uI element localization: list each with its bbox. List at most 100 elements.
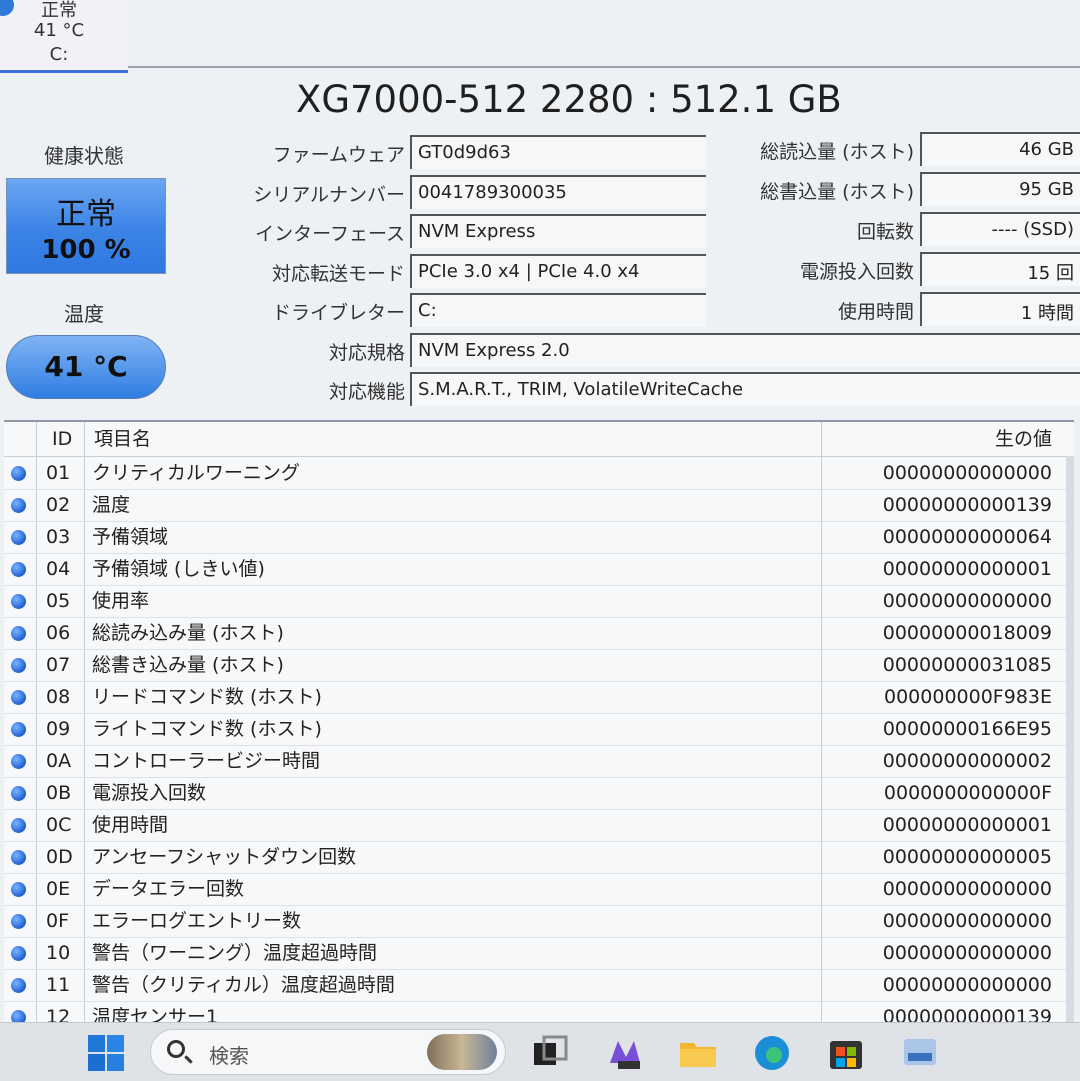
row-name: 予備領域 (しきい値) bbox=[92, 558, 265, 580]
table-row[interactable]: 02 温度 00000000000139 bbox=[4, 489, 1074, 522]
table-row[interactable]: 09 ライトコマンド数 (ホスト) 00000000166E95 bbox=[4, 713, 1074, 746]
row-name: ライトコマンド数 (ホスト) bbox=[92, 718, 322, 740]
table-row[interactable]: 08 リードコマンド数 (ホスト) 000000000F983E bbox=[4, 681, 1074, 714]
table-row[interactable]: 04 予備領域 (しきい値) 00000000000001 bbox=[4, 553, 1074, 586]
windows-start-icon[interactable] bbox=[86, 1033, 126, 1073]
row-name: 総書き込み量 (ホスト) bbox=[92, 654, 284, 676]
status-dot-icon bbox=[11, 690, 26, 705]
info-value: NVM Express 2.0 bbox=[410, 332, 1080, 367]
info-label: シリアルナンバー bbox=[253, 183, 405, 206]
smart-table: ID 項目名 生の値 01 クリティカルワーニング 00000000000000 02… bbox=[4, 420, 1074, 1022]
row-id: 0F bbox=[46, 910, 70, 932]
status-dot-icon bbox=[11, 786, 26, 801]
row-raw-value: 00000000000064 bbox=[882, 526, 1052, 548]
drive-tab-c[interactable]: 正常 41 °C C: bbox=[0, 0, 128, 73]
row-name: リードコマンド数 (ホスト) bbox=[92, 686, 322, 708]
table-row[interactable]: 0B 電源投入回数 0000000000000F bbox=[4, 777, 1074, 810]
row-raw-value: 000000000F983E bbox=[884, 686, 1052, 708]
taskbar-search-box[interactable]: 検索 bbox=[150, 1029, 506, 1075]
header-id[interactable]: ID bbox=[52, 422, 72, 456]
info-label: 対応転送モード bbox=[271, 262, 405, 285]
microsoft-365-icon[interactable] bbox=[604, 1033, 644, 1073]
info-value: GT0d9d63 bbox=[410, 135, 706, 169]
edge-browser-icon[interactable] bbox=[752, 1033, 792, 1073]
table-row[interactable]: 06 総読み込み量 (ホスト) 00000000018009 bbox=[4, 617, 1074, 650]
microsoft-store-icon[interactable] bbox=[826, 1033, 866, 1073]
row-id: 02 bbox=[46, 494, 71, 516]
smart-table-scrollbar[interactable] bbox=[1066, 456, 1074, 1022]
table-row[interactable]: 0D アンセーフシャットダウン回数 00000000000005 bbox=[4, 841, 1074, 874]
search-highlight-image-icon bbox=[427, 1034, 497, 1070]
row-name: データエラー回数 bbox=[92, 878, 245, 900]
info-value: S.M.A.R.T., TRIM, VolatileWriteCache bbox=[410, 372, 1080, 406]
row-raw-value: 0000000000000F bbox=[883, 782, 1052, 804]
file-explorer-icon[interactable] bbox=[678, 1033, 718, 1073]
row-raw-value: 00000000000000 bbox=[882, 910, 1052, 932]
table-row[interactable]: 12 温度センサー1 00000000000139 bbox=[4, 1001, 1074, 1022]
row-id: 04 bbox=[46, 558, 71, 580]
info-label: インターフェース bbox=[255, 223, 405, 245]
table-row[interactable]: 0F エラーログエントリー数 00000000000000 bbox=[4, 905, 1074, 938]
row-raw-value: 00000000000000 bbox=[882, 462, 1052, 484]
health-status-text: 正常 bbox=[56, 197, 116, 232]
status-dot-icon bbox=[11, 658, 26, 673]
status-dot-icon bbox=[11, 594, 26, 609]
row-name: 電源投入回数 bbox=[92, 782, 207, 804]
drive-tab-status: 正常 bbox=[41, 0, 77, 21]
row-raw-value: 00000000018009 bbox=[882, 622, 1052, 644]
header-name[interactable]: 項目名 bbox=[94, 422, 151, 456]
table-row[interactable]: 01 クリティカルワーニング 00000000000000 bbox=[4, 457, 1074, 490]
table-row[interactable]: 10 警告（ワーニング）温度超過時間 00000000000000 bbox=[4, 937, 1074, 970]
smart-table-header: ID 項目名 生の値 bbox=[4, 422, 1074, 457]
crystaldiskinfo-app-icon[interactable] bbox=[900, 1033, 940, 1073]
row-name: 温度センサー1 bbox=[92, 1006, 219, 1022]
row-name: 予備領域 bbox=[92, 526, 169, 548]
status-dot-icon bbox=[11, 466, 26, 481]
info-value: NVM Express bbox=[410, 214, 706, 248]
search-icon bbox=[167, 1040, 185, 1058]
status-dot-icon bbox=[11, 722, 26, 737]
row-raw-value: 00000000000002 bbox=[882, 750, 1052, 772]
header-raw-value[interactable]: 生の値 bbox=[824, 422, 1052, 456]
temperature-label: 温度 bbox=[64, 302, 104, 326]
info-value: 15 回 bbox=[920, 252, 1080, 286]
temperature-value-box[interactable]: 41 °C bbox=[6, 335, 166, 399]
info-label: 回転数 bbox=[856, 221, 914, 243]
table-row[interactable]: 07 総書き込み量 (ホスト) 00000000031085 bbox=[4, 649, 1074, 682]
row-raw-value: 00000000000000 bbox=[882, 942, 1052, 964]
row-id: 10 bbox=[46, 942, 71, 964]
row-raw-value: 00000000000000 bbox=[882, 878, 1052, 900]
status-dot-icon bbox=[11, 946, 26, 961]
row-raw-value: 00000000000000 bbox=[882, 590, 1052, 612]
row-id: 0B bbox=[46, 782, 72, 804]
row-raw-value: 00000000000001 bbox=[882, 814, 1052, 836]
table-row[interactable]: 0C 使用時間 00000000000001 bbox=[4, 809, 1074, 842]
row-id: 09 bbox=[46, 718, 71, 740]
info-label: ドライブレター bbox=[271, 302, 405, 324]
drive-tab-temperature: 41 °C bbox=[33, 20, 85, 41]
row-id: 0C bbox=[46, 814, 72, 836]
status-dot-icon bbox=[11, 850, 26, 865]
search-placeholder: 検索 bbox=[209, 1044, 249, 1068]
row-name: 警告（クリティカル）温度超過時間 bbox=[92, 974, 395, 996]
info-value: 95 GB bbox=[920, 172, 1080, 206]
row-name: クリティカルワーニング bbox=[92, 462, 300, 484]
taskbar: 検索 bbox=[0, 1022, 1080, 1081]
task-view-icon[interactable] bbox=[530, 1033, 570, 1073]
info-label: 対応規格 bbox=[328, 341, 405, 364]
row-name: エラーログエントリー数 bbox=[92, 910, 302, 932]
row-raw-value: 00000000000001 bbox=[882, 558, 1052, 580]
status-dot-icon bbox=[11, 562, 26, 577]
table-row[interactable]: 11 警告（クリティカル）温度超過時間 00000000000000 bbox=[4, 969, 1074, 1002]
table-row[interactable]: 03 予備領域 00000000000064 bbox=[4, 521, 1074, 554]
drive-tab-letter: C: bbox=[49, 44, 69, 65]
row-id: 12 bbox=[46, 1006, 71, 1022]
info-label: 電源投入回数 bbox=[799, 261, 914, 283]
table-row[interactable]: 05 使用率 00000000000000 bbox=[4, 585, 1074, 618]
info-label: 総読込量 (ホスト) bbox=[760, 141, 914, 163]
health-status-box[interactable]: 正常 100 % bbox=[6, 178, 166, 274]
table-row[interactable]: 0A コントローラービジー時間 00000000000002 bbox=[4, 745, 1074, 778]
row-name: 使用時間 bbox=[92, 814, 169, 836]
table-row[interactable]: 0E データエラー回数 00000000000000 bbox=[4, 873, 1074, 906]
row-id: 06 bbox=[46, 622, 71, 644]
